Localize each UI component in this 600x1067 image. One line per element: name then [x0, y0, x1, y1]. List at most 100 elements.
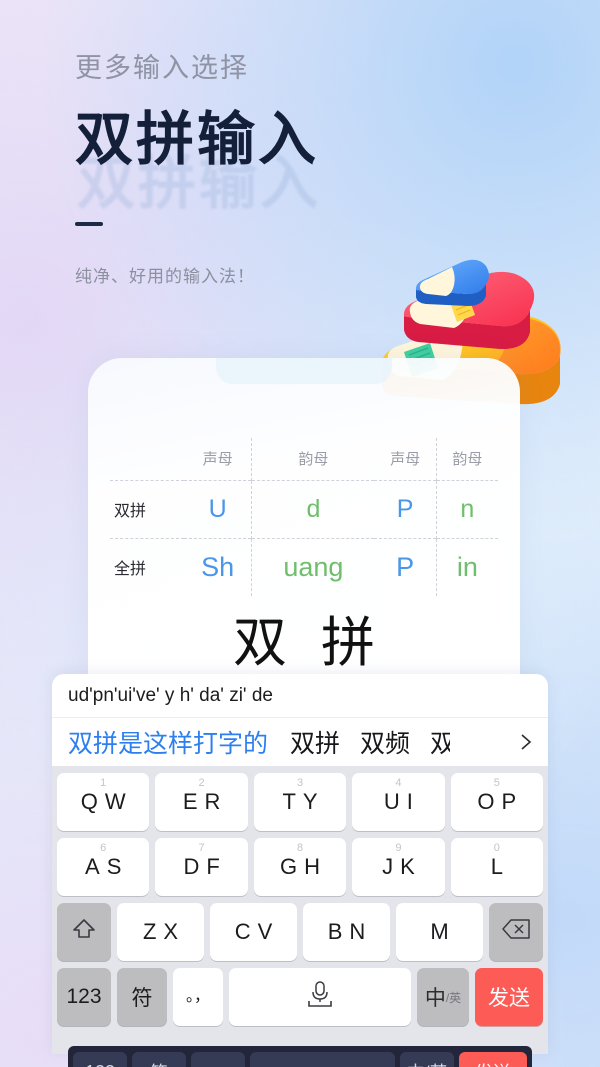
dark-key-language[interactable]: 中/英 — [400, 1052, 454, 1067]
key-label-zh: 中 — [424, 987, 446, 1010]
shift-icon — [71, 916, 97, 948]
hero-divider-dash — [75, 221, 103, 226]
key-op[interactable]: 5 OP — [450, 773, 544, 831]
dark-key-symbols[interactable]: 符 — [132, 1052, 186, 1067]
result-hanzi: 双拼 — [233, 613, 409, 673]
phone-notch — [216, 358, 392, 384]
cell-quanpin-yun-2: in — [435, 537, 498, 596]
key-er[interactable]: 2 ER — [155, 773, 248, 831]
key-label: UI — [383, 789, 420, 814]
key-ui[interactable]: 4 UI — [352, 773, 445, 831]
key-backspace[interactable] — [489, 903, 543, 961]
key-hint-1: 1 — [100, 777, 107, 789]
hero-title: 双拼输入 — [75, 106, 320, 172]
dark-key-punctuation[interactable]: 。， — [191, 1052, 245, 1067]
key-df[interactable]: 7 DF — [155, 838, 248, 896]
key-label: 发送 — [488, 987, 530, 1010]
key-jk[interactable]: 9 JK — [352, 838, 445, 896]
key-punctuation[interactable]: 。， — [173, 968, 223, 1026]
key-zx[interactable]: ZX — [117, 903, 204, 961]
header-yun-2: 韵母 — [435, 438, 498, 480]
key-label: OP — [477, 789, 524, 814]
dark-key-space[interactable] — [250, 1052, 395, 1067]
key-label: QW — [80, 789, 133, 814]
cell-quanpin-yun-1: uang — [251, 537, 375, 596]
pinyin-composition-bar[interactable]: ud'pn'ui've' y h' da' zi' de — [52, 674, 548, 718]
key-label: 。， — [185, 987, 210, 1005]
table-row: 全拼 Sh uang P in — [110, 537, 498, 596]
key-label: AS — [85, 854, 129, 879]
table-row: 双拼 U d P n — [110, 479, 498, 538]
cell-shuangpin-sheng-1: U — [184, 479, 252, 538]
candidate-bar: 双拼是这样打字的 双拼 双频 双 — [52, 718, 548, 766]
key-l[interactable]: 0 L — [450, 838, 544, 896]
key-hint-6: 6 — [100, 842, 107, 854]
row-label-shuangpin: 双拼 — [110, 479, 184, 538]
key-label: L — [490, 854, 510, 879]
soft-keyboard: ud'pn'ui've' y h' da' zi' de 双拼是这样打字的 双拼… — [52, 674, 548, 1054]
key-hint-7: 7 — [198, 842, 205, 854]
cell-shuangpin-yun-2: n — [435, 479, 498, 538]
header-yun-1: 韵母 — [251, 438, 375, 480]
key-space[interactable] — [229, 968, 411, 1026]
candidate-item-1[interactable]: 双拼是这样打字的 — [68, 724, 268, 760]
key-hint-8: 8 — [296, 842, 304, 854]
dark-keyboard-preview: 123 符 。， 中/英 发送 — [68, 1046, 532, 1067]
key-cv[interactable]: CV — [210, 903, 297, 961]
key-shift[interactable] — [57, 903, 111, 961]
key-hint-5: 5 — [493, 777, 500, 789]
hero-eyebrow: 更多输入选择 — [75, 53, 249, 83]
key-label: 123 — [66, 985, 102, 1008]
key-numbers[interactable]: 123 — [57, 968, 111, 1026]
backspace-icon — [501, 918, 531, 946]
key-label: CV — [234, 919, 280, 944]
candidate-item-4[interactable]: 双 — [430, 724, 450, 760]
key-qw[interactable]: 1 QW — [57, 773, 150, 831]
key-label: M — [430, 919, 456, 944]
cell-shuangpin-yun-1: d — [251, 479, 375, 538]
key-language-toggle[interactable]: 中/英 — [417, 968, 469, 1026]
key-bn[interactable]: BN — [303, 903, 390, 961]
candidate-item-2[interactable]: 双拼 — [290, 724, 340, 760]
key-label: 符 — [131, 987, 153, 1010]
candidate-item-3[interactable]: 双频 — [360, 724, 410, 760]
key-send[interactable]: 发送 — [475, 968, 543, 1026]
key-grid: 1 QW 2 ER 3 TY 4 UI 5 OP 6 AS 7 DF 8 GH … — [52, 766, 548, 1032]
key-label: ER — [182, 789, 228, 814]
key-row-2: 6 AS 7 DF 8 GH 9 JK 0 L — [57, 838, 544, 896]
key-hint-2: 2 — [198, 777, 205, 789]
key-label: TY — [282, 789, 325, 814]
key-row-1: 1 QW 2 ER 3 TY 4 UI 5 OP — [57, 773, 544, 831]
dark-key-send[interactable]: 发送 — [459, 1052, 527, 1067]
header-sheng-1: 声母 — [202, 451, 233, 469]
key-label-en: /英 — [445, 990, 462, 1005]
key-label: ZX — [142, 919, 186, 944]
hero-title-wrap: 双拼输入 双拼输入 — [75, 106, 545, 216]
row-label-quanpin: 全拼 — [110, 537, 184, 596]
key-hint-3: 3 — [296, 777, 304, 789]
table-corner-cell — [110, 438, 184, 480]
key-row-4: 123 符 。， 中/英 发送 — [57, 968, 543, 1026]
key-hint-4: 4 — [395, 777, 402, 789]
cell-quanpin-sheng-2: P — [374, 537, 437, 596]
pinyin-comparison-table: 声母 韵母 声母 韵母 双拼 U d P n 全拼 Sh uang P in — [110, 438, 498, 596]
key-symbols[interactable]: 符 — [117, 968, 167, 1026]
key-hint-9: 9 — [395, 842, 402, 854]
table-header-row: 声母 韵母 声母 韵母 — [110, 438, 498, 480]
key-label: DF — [183, 854, 227, 879]
key-label: GH — [280, 854, 328, 879]
key-ty[interactable]: 3 TY — [253, 773, 347, 831]
key-m[interactable]: M — [396, 903, 483, 961]
key-label: JK — [382, 854, 422, 879]
chevron-right-icon[interactable] — [516, 732, 536, 752]
microphone-icon — [298, 979, 342, 1015]
key-hint-0: 0 — [493, 842, 500, 854]
key-as[interactable]: 6 AS — [57, 838, 150, 896]
header-sheng-2: 声母 — [390, 451, 421, 469]
key-row-3: ZX CV BN M — [57, 903, 543, 961]
dark-key-numbers[interactable]: 123 — [73, 1052, 127, 1067]
cell-shuangpin-sheng-2: P — [374, 479, 437, 538]
cell-quanpin-sheng-1: Sh — [184, 537, 252, 596]
key-gh[interactable]: 8 GH — [253, 838, 347, 896]
pinyin-composition-text: ud'pn'ui've' y h' da' zi' de — [68, 684, 273, 706]
